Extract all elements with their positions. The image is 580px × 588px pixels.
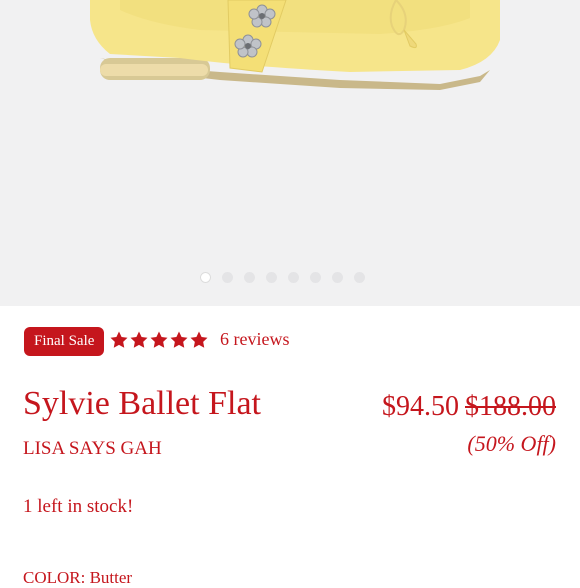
gallery-dot[interactable] [200,272,211,283]
star-icon [130,331,148,348]
stock-status: 1 left in stock! [23,496,134,517]
gallery-pagination [200,272,365,286]
shoe-image [90,0,500,90]
gallery-dot[interactable] [266,272,277,283]
gallery-dot[interactable] [288,272,299,283]
brand-link[interactable]: LISA SAYS GAH [23,438,162,460]
star-icon [190,331,208,348]
discount-label: (50% Off) [467,431,556,456]
gallery-dot[interactable] [354,272,365,283]
gallery-dot[interactable] [244,272,255,283]
product-image-gallery[interactable] [0,0,580,306]
star-icon [150,331,168,348]
star-icon [170,331,188,348]
product-title: Sylvie Ballet Flat [23,385,261,422]
price: $94.50 $188.00 [382,391,556,423]
rating-stars[interactable] [109,329,209,353]
star-icon [110,331,128,348]
gallery-dot[interactable] [332,272,343,283]
color-label: COLOR: Butter [23,568,133,587]
sale-price: $94.50 [382,391,459,422]
reviews-link[interactable]: 6 reviews [220,329,289,350]
gallery-dot[interactable] [222,272,233,283]
final-sale-badge: Final Sale [24,327,105,356]
original-price: $188.00 [465,391,556,422]
gallery-dot[interactable] [310,272,321,283]
